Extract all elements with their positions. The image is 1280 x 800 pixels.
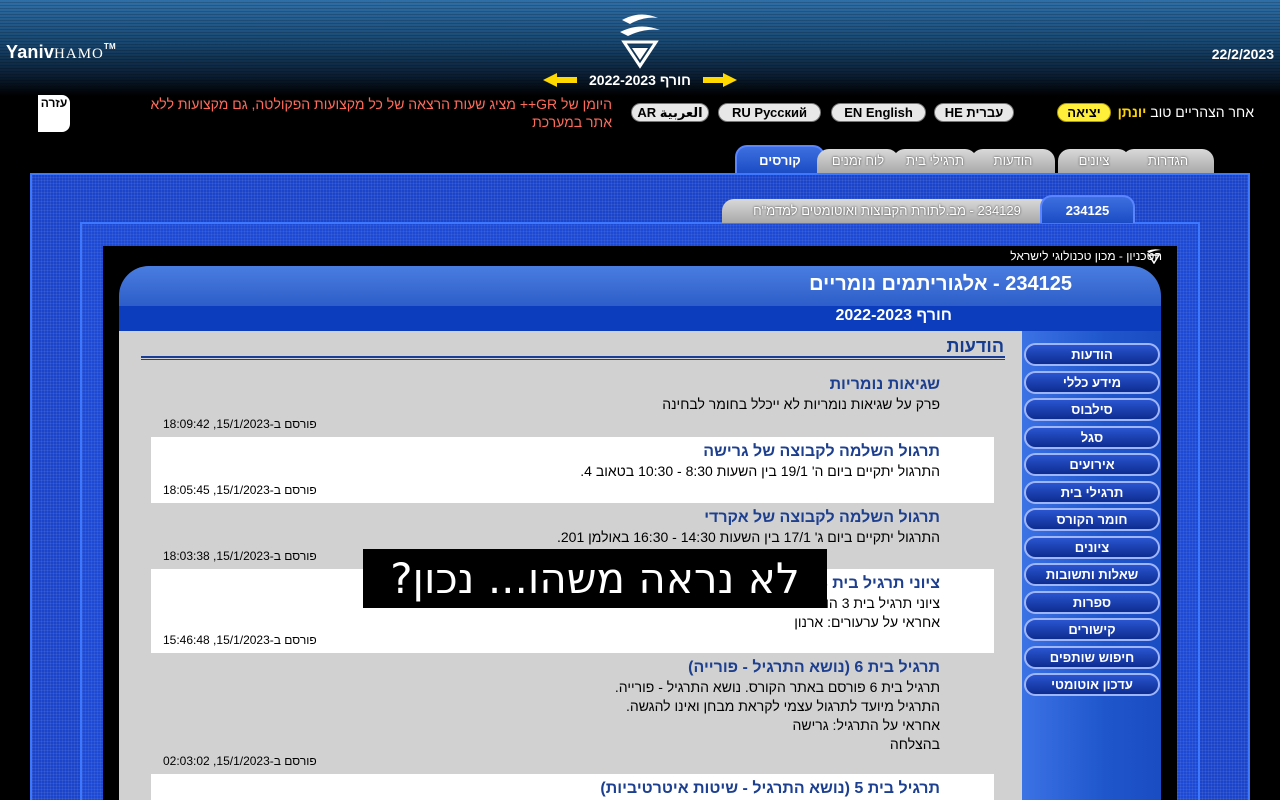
announcement-line: פרק על שגיאות נומריות לא ייכלל בחומר לבח… (662, 396, 940, 412)
announcement-item: תרגול השלמה לקבוצה של גרישה התרגול יתקיי… (151, 437, 994, 503)
announcement-title: שגיאות נומריות (829, 376, 940, 393)
section-divider (141, 356, 1005, 358)
announcement-date: פורסם ב-15/1/2023, 18:05:45 (163, 483, 317, 497)
lang-he-button[interactable]: HE עברית (934, 103, 1014, 122)
tab-messages[interactable]: הודעות (971, 149, 1055, 173)
next-semester-arrow-icon[interactable] (703, 72, 738, 87)
overlay-caption: לא נראה משהו... נכון? (363, 549, 827, 608)
announcement-line: התרגול יתקיים ביום ה' 19/1 בין השעות 8:3… (580, 463, 940, 479)
greeting: אחר הצהריים טוב יונתן (1118, 104, 1254, 120)
nav-staff[interactable]: סגל (1024, 426, 1160, 449)
announcement-line: התרגיל מיועד לתרגול עצמי לקראת מבחן ואינ… (625, 698, 940, 714)
tab-grades[interactable]: ציונים (1058, 149, 1130, 173)
brand-tm: TM (103, 42, 116, 51)
technion-swirl-logo-icon[interactable] (614, 12, 666, 70)
logout-button[interactable]: יציאה (1057, 103, 1111, 122)
nav-general-info[interactable]: מידע כללי (1024, 371, 1160, 394)
lang-en-button[interactable]: EN English (831, 103, 926, 122)
announcement-title: תרגול השלמה לקבוצה של גרישה (703, 443, 940, 460)
lang-ar-button[interactable]: AR العربية (631, 103, 709, 122)
nav-auto-update[interactable]: עדכון אוטומטי (1024, 673, 1160, 696)
semester-bar (119, 306, 1161, 331)
announcement-title: תרגיל בית 6 (נושא התרגיל - פורייה) (688, 659, 940, 676)
nav-events[interactable]: אירועים (1024, 453, 1160, 476)
brand-small: HAMO (54, 46, 104, 62)
announcement-item: שגיאות נומריות פרק על שגיאות נומריות לא … (151, 375, 994, 437)
nav-links[interactable]: קישורים (1024, 618, 1160, 641)
nav-grades[interactable]: ציונים (1024, 536, 1160, 559)
announcement-item: תרגיל בית 6 (נושא התרגיל - פורייה) תרגיל… (151, 653, 994, 774)
nav-messages[interactable]: הודעות (1024, 343, 1160, 366)
tab-homework[interactable]: תרגילי בית (893, 149, 977, 173)
institution-name[interactable]: הטכניון - מכון טכנולוגי לישראל (1010, 249, 1162, 263)
announcement-date: פורסם ב-15/1/2023, 18:03:38 (163, 549, 317, 563)
current-date: 22/2/2023 (1211, 46, 1274, 62)
announcement-line: אחראי על ערעורים: ארנון (794, 614, 940, 630)
lang-ru-button[interactable]: RU Русский (718, 103, 821, 122)
prev-semester-arrow-icon[interactable] (542, 72, 577, 87)
announcement-date: פורסם ב-15/1/2023, 15:46:48 (163, 633, 317, 647)
course-tab-234129[interactable]: 234129 - מב.לתורת הקבוצות ואוטומטים למדמ… (722, 199, 1052, 223)
help-button[interactable]: עזרה (38, 95, 70, 132)
nav-syllabus[interactable]: סילבוס (1024, 398, 1160, 421)
course-semester: חורף 2022-2023 (835, 307, 952, 324)
nav-homework[interactable]: תרגילי בית (1024, 481, 1160, 504)
announcement-line: אחראי על התרגיל: גרישה (792, 717, 940, 733)
main-tabs: קורסים לוח זמנים תרגילי בית הודעות ציוני… (0, 145, 1280, 173)
announcement-date: פורסם ב-15/1/2023, 18:09:42 (163, 417, 317, 431)
nav-find-partners[interactable]: חיפוש שותפים (1024, 646, 1160, 669)
tab-settings[interactable]: הגדרות (1122, 149, 1214, 173)
nav-faq[interactable]: שאלות ותשובות (1024, 563, 1160, 586)
announcement-title: תרגיל בית 5 (נושא התרגיל - שיטות איטרטיב… (600, 780, 940, 797)
announcement-date: פורסם ב-15/1/2023, 02:03:02 (163, 754, 317, 768)
brand-main: Yaniv (6, 42, 55, 62)
brand-logo[interactable]: YanivHAMOTM (6, 42, 116, 63)
course-title: 234125 - אלגוריתמים נומריים (809, 273, 1072, 295)
user-name: יונתן (1117, 104, 1147, 120)
notice-text[interactable]: היומן של GR++ מציג שעות הרצאה של כל מקצו… (130, 95, 613, 131)
nav-literature[interactable]: ספרות (1024, 591, 1160, 614)
tab-schedule[interactable]: לוח זמנים (817, 149, 899, 173)
nav-course-material[interactable]: חומר הקורס (1024, 508, 1160, 531)
semester-selector: חורף 2022-2023 (0, 71, 1280, 89)
tab-courses[interactable]: קורסים (735, 145, 825, 173)
greeting-prefix: אחר הצהריים טוב (1146, 104, 1254, 120)
semester-label: חורף 2022-2023 (589, 71, 691, 88)
section-title: הודעות (946, 336, 1004, 356)
announcement-line: התרגול יתקיים ביום ג' 17/1 בין השעות 14:… (557, 529, 940, 545)
course-tabs: 234129 - מב.לתורת הקבוצות ואוטומטים למדמ… (0, 193, 1280, 223)
section-divider-thin (141, 359, 1005, 360)
announcement-title: תרגול השלמה לקבוצה של אקרדי (704, 509, 940, 526)
course-tab-234125[interactable]: 234125 (1040, 195, 1135, 223)
announcement-item: תרגיל בית 5 (נושא התרגיל - שיטות איטרטיב… (151, 774, 994, 800)
announcement-line: תרגיל בית 6 פורסם באתר הקורס. נושא התרגי… (614, 679, 940, 695)
